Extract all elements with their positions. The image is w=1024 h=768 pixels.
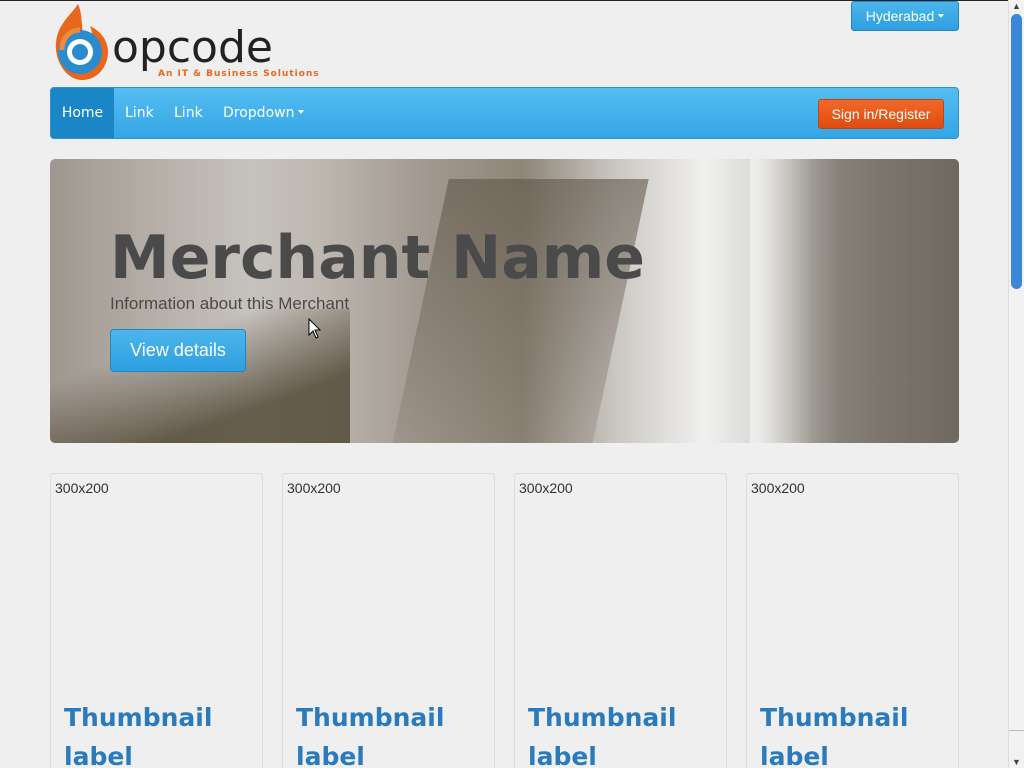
scroll-down-arrow-icon[interactable]: ▼ xyxy=(1009,756,1024,768)
site-logo[interactable]: opcode An IT & Business Solutions xyxy=(50,2,320,82)
nav-item-link-1[interactable]: Link xyxy=(125,88,154,138)
scroll-up-arrow-icon[interactable]: ▲ xyxy=(1009,0,1024,12)
logo-tagline: An IT & Business Solutions xyxy=(158,69,320,79)
view-details-button[interactable]: View details xyxy=(110,329,246,372)
nav-item-home[interactable]: Home xyxy=(51,88,114,138)
mouse-cursor-icon xyxy=(308,318,322,339)
city-dropdown-button[interactable]: Hyderabad xyxy=(851,1,959,31)
nav-item-dropdown[interactable]: Dropdown xyxy=(223,88,305,138)
thumbnail-image-placeholder: 300x200 xyxy=(55,480,109,496)
thumbnail-image-placeholder: 300x200 xyxy=(751,480,805,496)
thumbnail-image-placeholder: 300x200 xyxy=(287,480,341,496)
nav-dropdown-label: Dropdown xyxy=(223,105,295,121)
thumbnail-card[interactable]: 300x200 Thumbnail label xyxy=(514,473,727,768)
thumbnail-image-placeholder: 300x200 xyxy=(519,480,573,496)
signin-register-button[interactable]: Sign in/Register xyxy=(818,99,944,129)
logo-flame-icon xyxy=(55,4,108,80)
thumbnail-title: Thumbnail label xyxy=(296,703,445,768)
thumbnail-title: Thumbnail label xyxy=(760,703,909,768)
hero-title: Merchant Name xyxy=(110,223,645,293)
logo-wordmark: opcode xyxy=(112,22,273,73)
thumbnail-card[interactable]: 300x200 Thumbnail label xyxy=(282,473,495,768)
main-navbar: Home Link Link Dropdown Sign in/Register xyxy=(50,87,959,139)
thumbnail-card[interactable]: 300x200 Thumbnail label xyxy=(746,473,959,768)
city-button-label: Hyderabad xyxy=(865,8,935,24)
thumbnail-card[interactable]: 300x200 Thumbnail label xyxy=(50,473,263,768)
scrollbar-divider xyxy=(1009,730,1024,756)
hero-background-shape xyxy=(750,159,840,443)
thumbnail-title: Thumbnail label xyxy=(528,703,677,768)
hero-subtitle: Information about this Merchant xyxy=(110,294,350,313)
thumbnail-title: Thumbnail label xyxy=(64,703,213,768)
scrollbar-thumb[interactable] xyxy=(1011,14,1022,289)
hero-background-shape xyxy=(391,179,649,443)
vertical-scrollbar[interactable]: ▲ ▼ xyxy=(1008,0,1024,768)
caret-down-icon xyxy=(938,14,945,19)
nav-item-link-2[interactable]: Link xyxy=(174,88,203,138)
caret-down-icon xyxy=(298,110,305,114)
hero-banner: Merchant Name Information about this Mer… xyxy=(50,159,959,443)
